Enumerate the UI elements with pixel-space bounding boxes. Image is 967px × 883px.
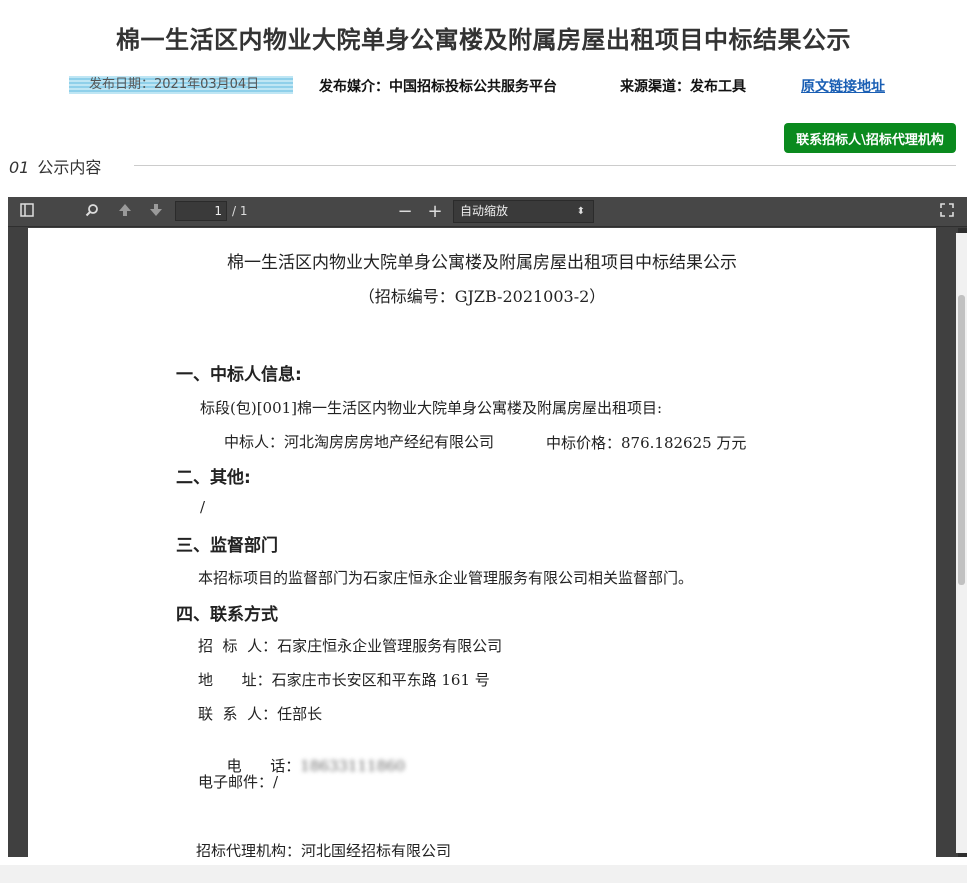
doc-subtitle: （招标编号：GJZB-2021003-2） (358, 287, 606, 306)
contact-tenderer-button[interactable]: 联系招标人\招标代理机构 (784, 123, 956, 153)
section-divider (134, 165, 956, 166)
winning-price: 中标价格：876.182625 万元 (546, 434, 747, 452)
page-number-input[interactable] (175, 201, 227, 221)
page-scrollbar[interactable] (956, 233, 967, 853)
section-label: 公示内容 (37, 158, 102, 177)
supervision-content: 本招标项目的监督部门为石家庄恒永企业管理服务有限公司相关监督部门。 (198, 569, 694, 587)
heading-contact: 四、联系方式 (176, 605, 278, 625)
pdf-viewer: / 1 − + 自动缩放 ⬍ 棉一生活区内物业大院单身公寓楼及附属房屋出租项目中… (8, 197, 967, 857)
tenderer: 招 标 人：石家庄恒永企业管理服务有限公司 (198, 637, 503, 655)
address: 地 址：石家庄市长安区和平东路 161 号 (198, 671, 490, 689)
zoom-in-icon[interactable]: + (424, 201, 446, 223)
page-scroll-thumb[interactable] (958, 295, 965, 585)
zoom-value: 自动缩放 (460, 204, 509, 218)
meta-row: 发布日期：2021年03月04日 发布媒介：中国招标投标公共服务平台 来源渠道：… (0, 76, 967, 96)
lot-info: 标段(包)[001]棉一生活区内物业大院单身公寓楼及附属房屋出租项目: (200, 399, 663, 417)
page-total: / 1 (232, 204, 248, 218)
page-down-icon[interactable] (145, 201, 167, 223)
pdf-page: 棉一生活区内物业大院单身公寓楼及附属房屋出租项目中标结果公示 （招标编号：GJZ… (28, 228, 936, 857)
zoom-out-icon[interactable]: − (394, 201, 416, 223)
section-number: 01 (9, 158, 30, 177)
email: 电子邮件：/ (198, 773, 279, 791)
pdf-toolbar: / 1 − + 自动缩放 ⬍ (8, 197, 967, 227)
fullscreen-icon[interactable] (936, 201, 958, 223)
phone-value: 18633111860 (300, 757, 406, 775)
heading-supervision: 三、监督部门 (176, 536, 278, 556)
heading-other: 二、其他: (176, 468, 251, 488)
publish-date: 发布日期：2021年03月04日 (69, 76, 293, 94)
winner-name: 中标人：河北淘房房房地产经纪有限公司 (224, 433, 495, 451)
section-heading: 01 公示内容 (9, 154, 101, 178)
agency: 招标代理机构：河北国经招标有限公司 (196, 842, 452, 857)
doc-title: 棉一生活区内物业大院单身公寓楼及附属房屋出租项目中标结果公示 (227, 253, 737, 273)
page-title: 棉一生活区内物业大院单身公寓楼及附属房屋出租项目中标结果公示 (116, 26, 851, 54)
search-icon[interactable] (81, 201, 103, 223)
original-link[interactable]: 原文链接地址 (801, 76, 885, 96)
source-channel: 来源渠道：发布工具 (620, 79, 746, 95)
zoom-select[interactable]: 自动缩放 ⬍ (453, 200, 594, 223)
bottom-bar (0, 865, 967, 883)
publish-media: 发布媒介：中国招标投标公共服务平台 (319, 79, 557, 95)
other-content: / (200, 498, 206, 516)
contact-person: 联 系 人：任部长 (198, 705, 323, 723)
chevron-updown-icon: ⬍ (576, 206, 585, 217)
page-up-icon[interactable] (114, 201, 136, 223)
sidebar-toggle-icon[interactable] (16, 201, 38, 223)
heading-winner-info: 一、中标人信息: (176, 365, 302, 385)
